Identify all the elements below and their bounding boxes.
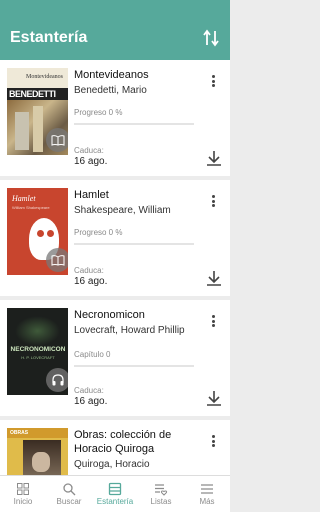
shelf-icon xyxy=(108,482,122,496)
list-heart-icon xyxy=(155,484,168,496)
download-icon[interactable] xyxy=(205,149,223,167)
cover-title: Hamlet xyxy=(12,194,36,203)
nav-label: Inicio xyxy=(13,497,33,506)
cover-title: NECRONOMICON xyxy=(10,346,66,353)
more-options-icon[interactable] xyxy=(206,74,220,88)
progress-bar xyxy=(74,243,194,245)
expires-date: 16 ago. xyxy=(74,276,108,287)
book-card[interactable]: Montevideanos BENEDETTI Montevideanos Be… xyxy=(0,60,230,176)
cover-title: Montevideanos xyxy=(26,74,63,80)
search-icon xyxy=(63,483,76,496)
expires-date: 16 ago. xyxy=(74,396,108,407)
grid-icon xyxy=(17,483,29,495)
book-title: Montevideanos xyxy=(74,69,149,81)
expires-label: Caduca: xyxy=(74,146,104,155)
book-title: Obras: colección de Horacio Quiroga xyxy=(74,429,172,455)
nav-item-estanteria[interactable]: Estantería xyxy=(92,476,138,512)
book-title: Necronomicon xyxy=(74,309,145,321)
book-author: Benedetti, Mario xyxy=(74,85,147,96)
page-title: Estantería xyxy=(10,29,88,46)
more-options-icon[interactable] xyxy=(206,314,220,328)
expires-label: Caduca: xyxy=(74,266,104,275)
progress-label: Progreso 0 % xyxy=(74,108,123,117)
nav-label: Más xyxy=(199,497,215,506)
book-author: Shakespeare, William xyxy=(74,205,171,216)
book-author: Lovecraft, Howard Phillip xyxy=(74,325,185,336)
expires-label: Caduca: xyxy=(74,386,104,395)
app-bar: Estantería xyxy=(0,0,230,60)
cover-author: William Shakespeare xyxy=(12,205,50,210)
nav-item-inicio[interactable]: Inicio xyxy=(0,476,46,512)
progress-bar xyxy=(74,365,194,367)
download-icon[interactable] xyxy=(205,269,223,287)
book-author: Quiroga, Horacio xyxy=(74,459,150,470)
book-card[interactable]: NECRONOMICON H. P. LOVECRAFT Necronomico… xyxy=(0,300,230,416)
book-list: Montevideanos BENEDETTI Montevideanos Be… xyxy=(0,60,230,475)
book-card[interactable]: OBRAS Obras: colección de Horacio Quirog… xyxy=(0,420,230,475)
cover-title: OBRAS xyxy=(10,430,29,436)
expires-date: 16 ago. xyxy=(74,156,108,167)
nav-label: Listas xyxy=(150,497,172,506)
cover-author: H. P. LOVECRAFT xyxy=(21,355,55,360)
menu-icon xyxy=(201,484,213,494)
audiobook-format-icon xyxy=(46,368,68,392)
progress-label: Progreso 0 % xyxy=(74,228,123,237)
nav-item-listas[interactable]: Listas xyxy=(138,476,184,512)
book-title: Hamlet xyxy=(74,189,109,201)
book-cover[interactable]: Hamlet William Shakespeare xyxy=(7,188,68,275)
nav-item-buscar[interactable]: Buscar xyxy=(46,476,92,512)
progress-bar xyxy=(74,123,194,125)
book-card[interactable]: Hamlet William Shakespeare Hamlet Shakes… xyxy=(0,180,230,296)
more-options-icon[interactable] xyxy=(206,434,220,448)
book-cover[interactable]: NECRONOMICON H. P. LOVECRAFT xyxy=(7,308,68,395)
ebook-format-icon xyxy=(46,128,68,152)
nav-label: Buscar xyxy=(56,497,82,506)
book-cover[interactable]: OBRAS xyxy=(7,428,68,475)
book-cover[interactable]: Montevideanos BENEDETTI xyxy=(7,68,68,155)
download-icon[interactable] xyxy=(205,389,223,407)
nav-label: Estantería xyxy=(96,497,134,506)
ebook-format-icon xyxy=(46,248,68,272)
sort-icon[interactable] xyxy=(202,28,220,48)
more-options-icon[interactable] xyxy=(206,194,220,208)
bottom-navigation: Inicio Buscar Estantería Listas Más xyxy=(0,475,230,512)
cover-author: BENEDETTI xyxy=(9,89,56,99)
chapter-label: Capítulo 0 xyxy=(74,350,111,359)
nav-item-mas[interactable]: Más xyxy=(184,476,230,512)
